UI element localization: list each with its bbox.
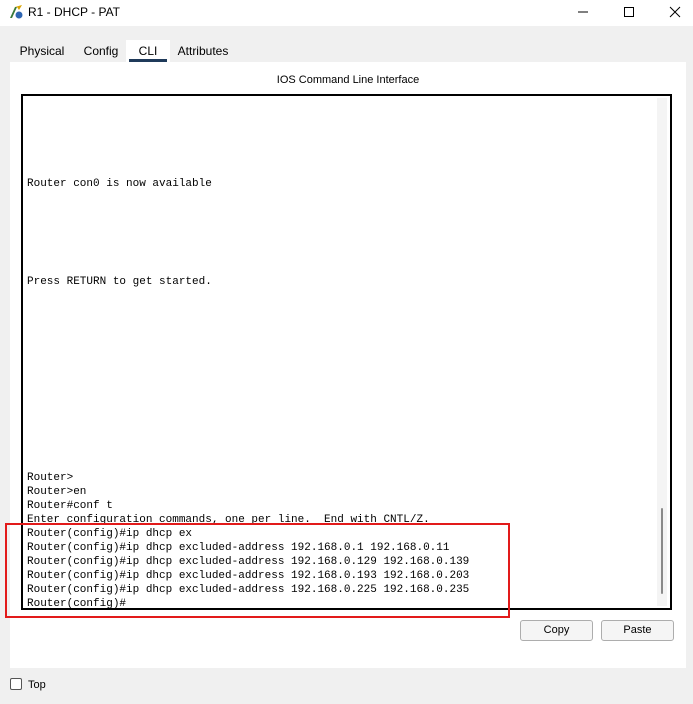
window-title: R1 - DHCP - PAT (28, 5, 121, 19)
close-button[interactable] (652, 0, 693, 24)
maximize-button[interactable] (606, 0, 652, 24)
cli-panel-title: IOS Command Line Interface (276, 74, 420, 86)
tab-cli[interactable]: CLI (126, 40, 170, 62)
tab-label: Attributes (177, 44, 229, 58)
tab-label: Config (83, 44, 119, 58)
maximize-icon (623, 6, 635, 18)
paste-button[interactable]: Paste (601, 620, 674, 641)
packet-tracer-router-icon (8, 4, 24, 20)
terminal-line: Router con0 is now available (27, 178, 212, 190)
minimize-icon (577, 6, 589, 18)
tab-physical[interactable]: Physical (14, 40, 70, 62)
terminal-line: Press RETURN to get started. (27, 276, 212, 288)
copy-button[interactable]: Copy (520, 620, 593, 641)
terminal-scrollbar[interactable] (657, 98, 667, 606)
tab-bar: Physical Config CLI Attributes (10, 40, 686, 62)
close-icon (669, 6, 681, 18)
top-checkbox[interactable] (10, 678, 22, 690)
terminal-line: Router> (27, 472, 74, 484)
tab-label: CLI (138, 44, 158, 58)
scrollbar-thumb[interactable] (661, 508, 663, 594)
title-bar: R1 - DHCP - PAT (0, 0, 693, 26)
tab-attributes[interactable]: Attributes (172, 40, 234, 62)
tab-label: Physical (19, 44, 65, 58)
terminal-line: Router>en (27, 486, 87, 498)
tab-config[interactable]: Config (76, 40, 126, 62)
terminal-line: Router#conf t (27, 500, 113, 512)
top-checkbox-label: Top (28, 679, 46, 691)
minimize-button[interactable] (560, 0, 606, 24)
highlight-box (5, 523, 510, 618)
